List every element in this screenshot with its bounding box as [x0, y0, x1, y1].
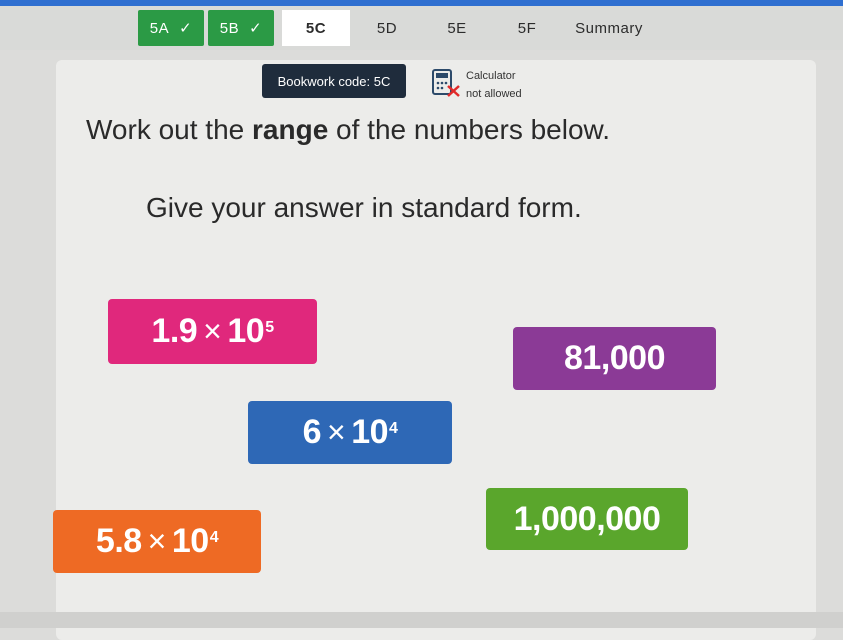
bookwork-code-label: Bookwork code: 5C: [277, 73, 391, 89]
check-icon: ✓: [249, 20, 263, 37]
question-instruction: Work out the range of the numbers below.: [86, 114, 610, 146]
bookwork-code-badge: Bookwork code: 5C: [262, 64, 406, 98]
tab-5a[interactable]: 5A ✓: [138, 10, 204, 46]
times-sign: ×: [203, 313, 222, 349]
bottom-strip: [0, 612, 843, 628]
tab-5c[interactable]: 5C: [282, 10, 350, 46]
base: 10: [351, 413, 389, 451]
number-card-purple: 81,000: [513, 327, 716, 390]
question-text: Work out the: [86, 114, 253, 145]
tab-label: 5F: [517, 19, 537, 37]
calculator-not-allowed-label: not allowed: [466, 88, 522, 100]
check-icon: ✓: [179, 20, 193, 37]
times-sign: ×: [327, 414, 346, 450]
number-value: 1,000,000: [513, 499, 661, 538]
tab-5b[interactable]: 5B ✓: [208, 10, 274, 46]
number-card-pink: 1.9 × 10 5: [108, 299, 317, 364]
base: 10: [227, 312, 265, 350]
mantissa: 1.9: [151, 312, 198, 350]
tab-label: 5D: [376, 19, 398, 37]
number-card-orange: 5.8 × 10 4: [53, 510, 261, 573]
exponent: 4: [389, 419, 398, 437]
question-text: of the numbers below.: [328, 114, 610, 145]
base: 10: [171, 522, 209, 560]
tab-5e[interactable]: 5E: [424, 10, 490, 46]
tab-label: 5B: [219, 19, 240, 37]
calculator-status: Calculator not allowed: [466, 67, 522, 103]
calculator-label: Calculator: [466, 70, 516, 82]
question-subinstruction: Give your answer in standard form.: [146, 192, 582, 223]
question-keyword: range: [252, 114, 329, 145]
tab-5f[interactable]: 5F: [494, 10, 560, 46]
tab-5d[interactable]: 5D: [354, 10, 420, 46]
number-card-green: 1,000,000: [486, 488, 688, 550]
mantissa: 5.8: [95, 522, 142, 560]
tab-summary[interactable]: Summary: [564, 10, 654, 46]
tab-label: Summary: [575, 19, 643, 37]
exponent: 5: [265, 318, 274, 336]
calculator-crossed-icon: [432, 69, 460, 97]
number-card-blue: 6 × 10 4: [248, 401, 452, 464]
number-value: 81,000: [564, 339, 666, 377]
mantissa: 6: [302, 413, 322, 451]
tab-label: 5E: [447, 19, 467, 37]
exponent: 4: [209, 528, 219, 546]
tab-label: 5A: [149, 19, 170, 37]
times-sign: ×: [147, 523, 167, 559]
tab-label: 5C: [305, 19, 327, 37]
task-tab-bar: 5A ✓ 5B ✓ 5C 5D 5E 5F Summary: [0, 6, 843, 50]
